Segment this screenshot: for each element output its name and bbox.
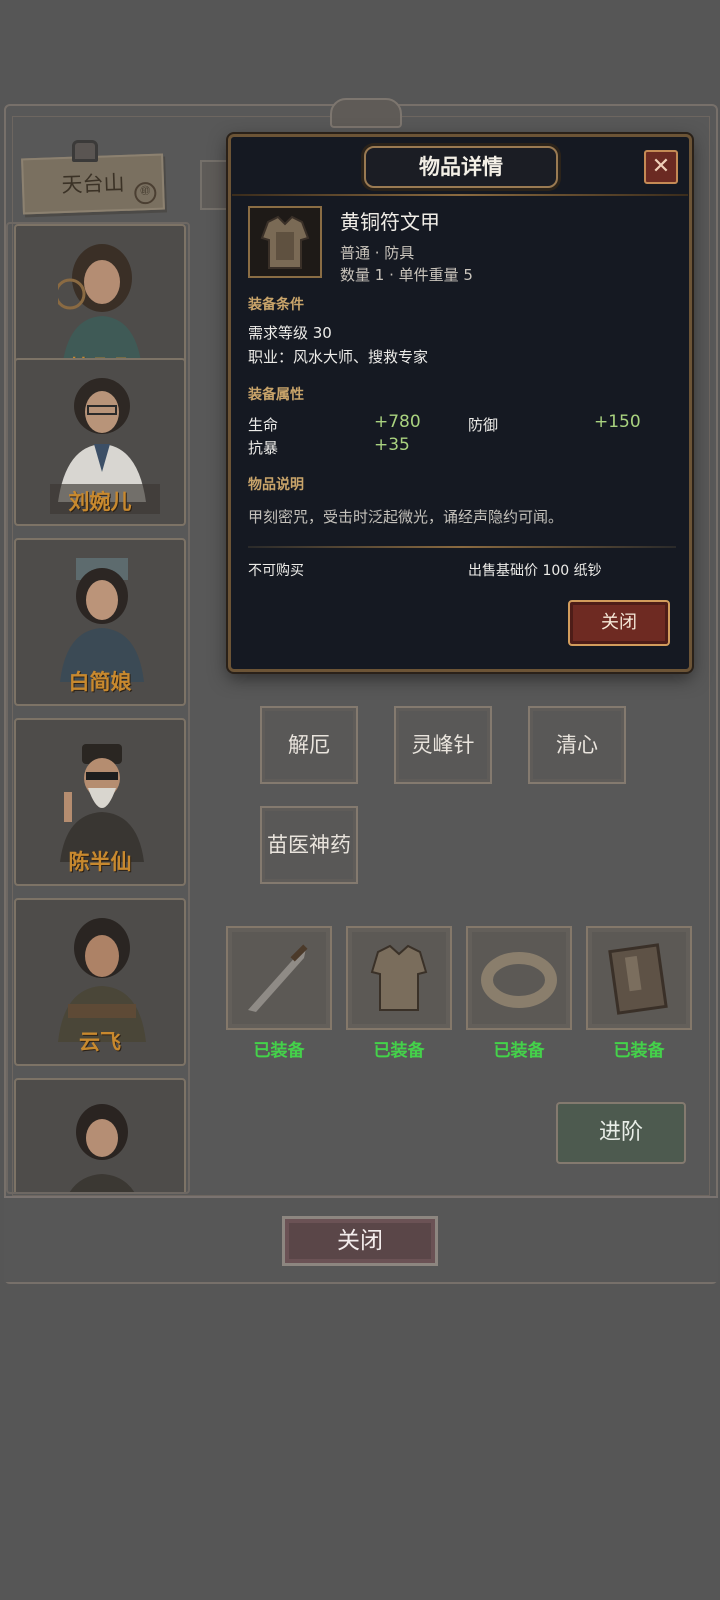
attr-label-crit-resist: 抗暴 [248, 439, 279, 457]
character-name: 刘婉儿 [68, 490, 132, 514]
dialog-title: 物品详情 [364, 146, 558, 188]
character-card[interactable]: 白简娘 [14, 538, 186, 706]
character-card[interactable] [14, 1078, 186, 1192]
dagger-icon [248, 944, 308, 1012]
dialog-footer-divider [248, 546, 676, 548]
character-card[interactable]: 刘婉儿 [14, 358, 186, 526]
character-portrait [58, 378, 146, 502]
item-type: 普通 · 防具 [340, 244, 415, 262]
advance-button[interactable]: 进阶 [556, 1102, 686, 1164]
equip-status-armor: 已装备 [373, 1041, 425, 1061]
purchase-status: 不可购买 [248, 563, 304, 579]
character-name: 白简娘 [68, 670, 132, 694]
clip-icon [72, 140, 98, 162]
character-list[interactable]: 林朵朵 刘婉儿 白简娘 陈半仙 [6, 222, 190, 1194]
required-level: 需求等级 30 [248, 324, 332, 342]
equip-slot-book[interactable] [586, 926, 692, 1030]
attr-value-defense: +150 [594, 412, 641, 432]
character-card[interactable]: 陈半仙 [14, 718, 186, 886]
armor-icon [250, 208, 320, 276]
character-name: 陈半仙 [68, 850, 132, 874]
close-icon[interactable]: ✕ [644, 150, 678, 184]
item-description-heading: 物品说明 [248, 477, 304, 493]
attr-label-hp: 生命 [248, 416, 279, 434]
character-portrait [58, 918, 146, 1042]
dialog-close-button[interactable]: 关闭 [568, 600, 670, 646]
attr-label-defense: 防御 [468, 416, 499, 434]
character-portrait [60, 558, 144, 682]
equip-status-book: 已装备 [613, 1041, 665, 1061]
equip-slot-accessory[interactable] [466, 926, 572, 1030]
character-portrait [58, 244, 142, 368]
character-card[interactable]: 云飞 [14, 898, 186, 1066]
book-icon [608, 943, 668, 1015]
bracelet-icon [481, 952, 557, 1008]
skill-button-qingxin[interactable]: 清心 [528, 706, 626, 784]
dialog-header-divider [232, 194, 688, 196]
skill-button-miaoyi-shenyao[interactable]: 苗医神药 [260, 806, 358, 884]
item-description: 甲刻密咒，受击时泛起微光，诵经声隐约可闻。 [248, 508, 564, 526]
item-quantity-weight: 数量 1 · 单件重量 5 [340, 266, 473, 284]
equip-attributes-heading: 装备属性 [248, 387, 304, 403]
skill-button-lingfengzhen[interactable]: 灵峰针 [394, 706, 492, 784]
attr-value-hp: +780 [374, 412, 421, 432]
close-panel-button[interactable]: 关闭 [282, 1216, 438, 1266]
item-name: 黄铜符文甲 [340, 210, 440, 234]
frame-crest-ornament [330, 98, 402, 128]
armor-icon [370, 944, 428, 1011]
equip-slot-armor[interactable] [346, 926, 452, 1030]
equip-status-accessory: 已装备 [493, 1041, 545, 1061]
item-icon-frame [248, 206, 322, 278]
equip-requirements-heading: 装备条件 [248, 297, 304, 313]
required-class: 职业：风水大师、搜救专家 [248, 348, 429, 366]
character-name: 云飞 [79, 1030, 121, 1054]
map-location-tag[interactable]: 天台山 ㊞ [21, 153, 165, 215]
attr-value-crit-resist: +35 [374, 435, 410, 455]
equip-status-weapon: 已装备 [253, 1041, 305, 1061]
equip-slot-weapon[interactable] [226, 926, 332, 1030]
sell-base-price: 出售基础价 100 纸钞 [468, 563, 602, 579]
character-portrait [69, 1104, 135, 1192]
skill-button-jiee[interactable]: 解厄 [260, 706, 358, 784]
character-portrait [60, 744, 144, 862]
